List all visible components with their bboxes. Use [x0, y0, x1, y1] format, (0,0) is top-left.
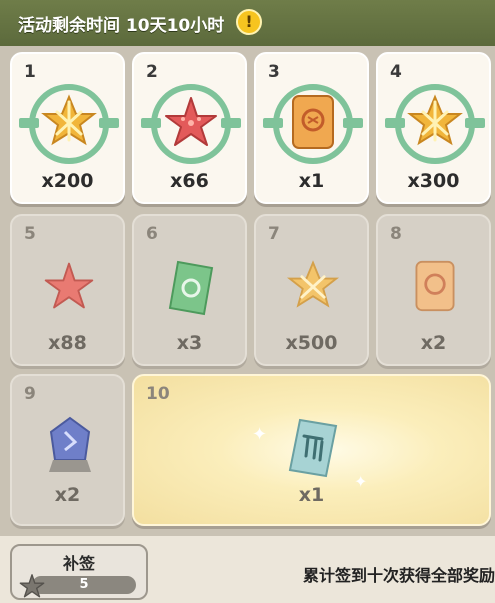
reward-quantity: x3	[176, 332, 203, 354]
red-starfish-icon	[165, 97, 217, 146]
reward-card-8[interactable]: 8 x2	[376, 214, 491, 366]
reward-card-5[interactable]: 5 x88	[10, 214, 125, 366]
reward-quantity: x66	[170, 170, 209, 192]
reward-card-2[interactable]: 2 x66	[132, 52, 247, 204]
day-number: 10	[146, 384, 170, 404]
reward-card-3[interactable]: 3 x1	[254, 52, 369, 204]
scroll-icon	[415, 260, 455, 312]
resign-button[interactable]: 补签 5	[10, 544, 148, 600]
resign-label: 补签	[62, 554, 95, 573]
reward-quantity: x1	[298, 484, 325, 506]
exclamation-icon[interactable]: !	[236, 9, 262, 35]
footer-bar: 补签 5 累计签到十次获得全部奖励	[0, 536, 495, 603]
day-number: 9	[24, 384, 36, 404]
day-number: 1	[24, 62, 36, 82]
sparkle-icon: ✦	[252, 424, 268, 445]
reward-card-4[interactable]: 4 x300	[376, 52, 491, 204]
green-ticket-icon	[168, 260, 214, 316]
gold-star-icon	[41, 94, 97, 146]
reward-card-6[interactable]: 6 x3	[132, 214, 247, 366]
gold-star-icon	[286, 260, 340, 308]
reward-quantity: x2	[54, 484, 81, 506]
cumulative-reward-hint: 累计签到十次获得全部奖励	[302, 566, 495, 585]
event-timer-text: 活动剩余时间 10天10小时	[18, 16, 225, 36]
reward-quantity: x500	[285, 332, 338, 354]
scroll-icon	[292, 95, 334, 149]
reward-card-1[interactable]: 1 x200	[10, 52, 125, 204]
day-number: 5	[24, 224, 36, 244]
day-number: 7	[268, 224, 280, 244]
blue-card-icon	[288, 418, 338, 478]
day-number: 8	[390, 224, 402, 244]
starfish-icon	[19, 574, 45, 598]
reward-grid: 1 x200 2 x66 3 x1 4 x300 5 x88 6 x3 7 x5…	[0, 46, 495, 536]
reward-card-10[interactable]: 10 ✦ ✦ x1	[132, 374, 491, 526]
reward-quantity: x1	[298, 170, 325, 192]
day-number: 4	[390, 62, 402, 82]
resign-count: 5	[32, 576, 136, 594]
gold-star-icon	[407, 94, 463, 146]
reward-quantity: x300	[407, 170, 460, 192]
day-number: 2	[146, 62, 158, 82]
reward-card-9[interactable]: 9 x2	[10, 374, 125, 526]
blue-crystal-icon	[49, 416, 91, 472]
event-banner: 活动剩余时间 10天10小时 !	[0, 0, 495, 46]
reward-quantity: x200	[41, 170, 94, 192]
red-starfish-icon	[44, 262, 94, 309]
reward-card-7[interactable]: 7 x500	[254, 214, 369, 366]
reward-quantity: x2	[420, 332, 447, 354]
reward-quantity: x88	[48, 332, 87, 354]
day-number: 3	[268, 62, 280, 82]
day-number: 6	[146, 224, 158, 244]
